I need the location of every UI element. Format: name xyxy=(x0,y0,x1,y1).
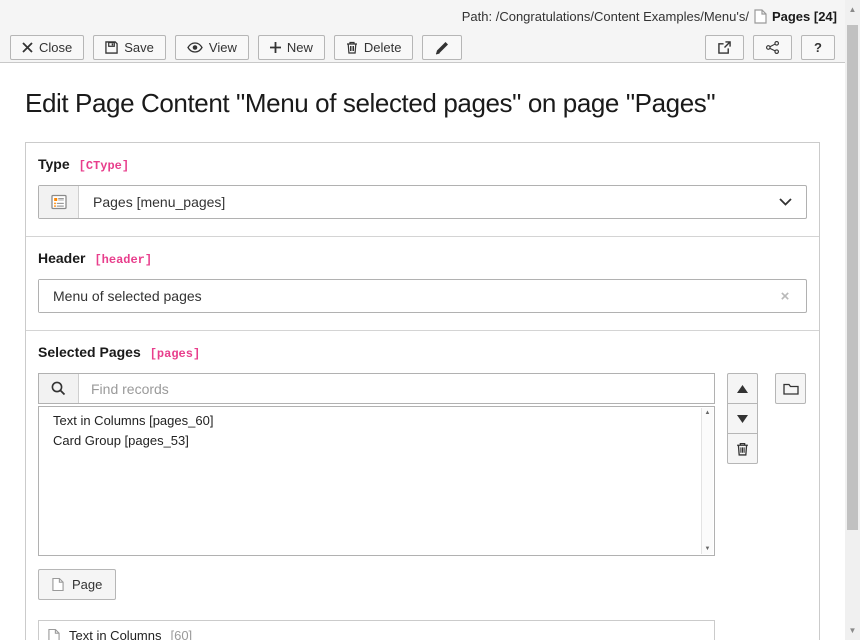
breadcrumb: Path: /Congratulations/Content Examples/… xyxy=(462,9,749,24)
listbox-controls xyxy=(727,373,806,464)
docheader-toolbar: Close Save View New Delete xyxy=(0,33,845,62)
header-field-code: [header] xyxy=(94,253,152,267)
move-down-button[interactable] xyxy=(727,403,758,434)
table-row[interactable]: Text in Columns [60] xyxy=(38,620,715,640)
open-in-new-window-icon xyxy=(718,41,731,54)
record-title: Pages [24] xyxy=(772,9,837,24)
record-row-title: Text in Columns xyxy=(69,628,161,640)
record-row-uid: [60] xyxy=(170,628,192,640)
header-field-label: Header xyxy=(38,250,85,266)
list-item[interactable]: Card Group [pages_53] xyxy=(39,431,714,451)
main-scrollbar[interactable]: ▲ ▼ xyxy=(845,0,860,640)
page-icon xyxy=(754,9,767,24)
type-select-value: Pages [menu_pages] xyxy=(79,186,764,218)
save-icon xyxy=(105,41,118,54)
help-button[interactable]: ? xyxy=(801,35,835,60)
docheader-path-bar: Path: /Congratulations/Content Examples/… xyxy=(0,0,845,33)
close-icon xyxy=(22,42,33,53)
save-button[interactable]: Save xyxy=(93,35,166,60)
page-icon xyxy=(48,628,60,640)
type-field-code: [CType] xyxy=(79,159,129,173)
list-item[interactable]: Text in Columns [pages_60] xyxy=(39,411,714,431)
chevron-down-icon xyxy=(764,186,806,218)
edit-record-button[interactable] xyxy=(422,35,462,60)
arrow-up-icon xyxy=(737,385,748,393)
toolbar-left-buttons: Close Save View New Delete xyxy=(10,35,462,60)
module-body: Edit Page Content "Menu of selected page… xyxy=(0,88,845,640)
selected-records-list: Text in Columns [60] xyxy=(38,620,715,640)
selected-pages-listbox[interactable]: Text in Columns [pages_60] Card Group [p… xyxy=(38,406,715,556)
arrow-down-icon xyxy=(737,415,748,423)
field-pages-section: Selected Pages [pages] xyxy=(26,330,819,640)
field-header-section: Header [header] × xyxy=(26,236,819,330)
delete-button[interactable]: Delete xyxy=(334,35,414,60)
scrollbar-up-icon[interactable]: ▲ xyxy=(845,2,860,17)
scrollbar-thumb[interactable] xyxy=(847,25,858,530)
trash-icon xyxy=(736,442,749,456)
pencil-icon xyxy=(435,41,449,55)
share-icon xyxy=(766,41,779,54)
view-button[interactable]: View xyxy=(175,35,249,60)
search-icon-box xyxy=(39,374,79,403)
listbox-scroll-down-icon[interactable]: ▼ xyxy=(702,546,713,552)
remove-selected-button[interactable] xyxy=(727,433,758,464)
edit-form: Type [CType] Pages [menu_pages] xyxy=(25,142,820,640)
share-button[interactable] xyxy=(753,35,792,60)
toolbar-right-buttons: ? xyxy=(705,35,835,60)
add-page-button[interactable]: Page xyxy=(38,569,116,600)
listbox-scroll-up-icon[interactable]: ▲ xyxy=(702,410,713,416)
page-icon xyxy=(52,577,64,592)
move-up-button[interactable] xyxy=(727,373,758,404)
pages-field-label: Selected Pages xyxy=(38,344,141,360)
move-delete-button-group xyxy=(727,373,758,464)
plus-icon xyxy=(270,42,281,53)
add-page-button-label: Page xyxy=(72,577,102,592)
eye-icon xyxy=(187,42,203,53)
docheader: Path: /Congratulations/Content Examples/… xyxy=(0,0,845,63)
folder-icon xyxy=(783,382,799,395)
clear-x-icon: × xyxy=(781,288,790,305)
type-field-label: Type xyxy=(38,156,70,172)
search-icon xyxy=(51,381,66,396)
type-select[interactable]: Pages [menu_pages] xyxy=(38,185,807,219)
trash-icon xyxy=(346,41,358,54)
content-type-icon-box xyxy=(39,186,79,218)
field-type-section: Type [CType] Pages [menu_pages] xyxy=(26,143,819,236)
scrollbar-down-icon[interactable]: ▼ xyxy=(845,623,860,638)
listbox-scrollbar[interactable]: ▲ ▼ xyxy=(701,408,713,554)
new-button[interactable]: New xyxy=(258,35,325,60)
browse-records-button[interactable] xyxy=(775,373,806,404)
header-input-wrap: × xyxy=(38,279,807,313)
search-input[interactable] xyxy=(79,374,714,403)
typo3-edit-content-window: ▲ ▼ Path: /Congratulations/Content Examp… xyxy=(0,0,860,640)
open-in-new-window-button[interactable] xyxy=(705,35,744,60)
page-title: Edit Page Content "Menu of selected page… xyxy=(25,88,820,119)
menu-pages-icon xyxy=(51,194,67,210)
header-input[interactable] xyxy=(39,280,764,312)
close-button[interactable]: Close xyxy=(10,35,84,60)
pages-field-code: [pages] xyxy=(150,347,200,361)
clear-field-button[interactable]: × xyxy=(764,280,806,312)
record-search xyxy=(38,373,715,404)
